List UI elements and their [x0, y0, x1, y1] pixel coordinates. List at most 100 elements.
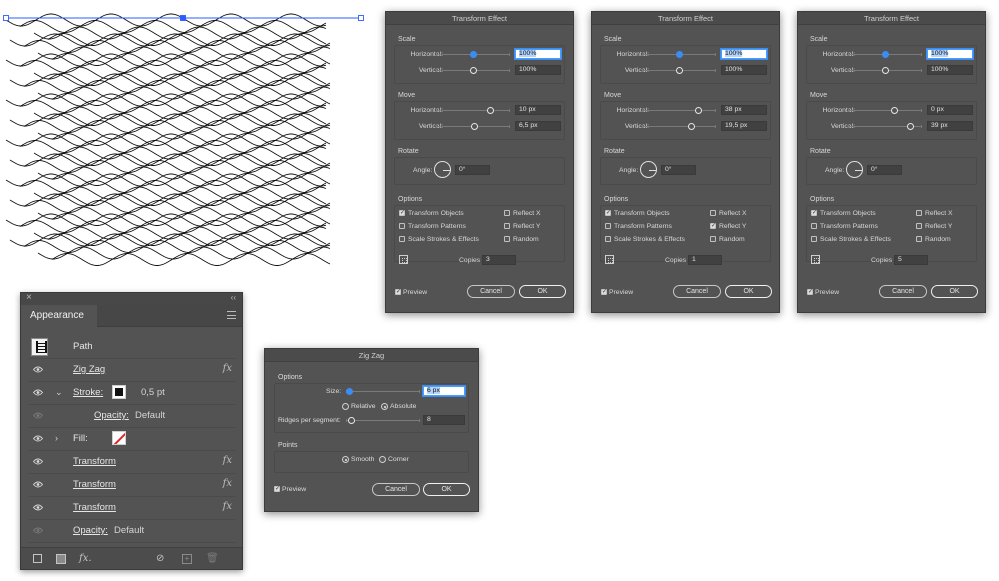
- smooth-radio[interactable]: [342, 456, 349, 463]
- eye-icon[interactable]: [33, 527, 43, 534]
- transform-patterns-checkbox[interactable]: [811, 223, 817, 229]
- ok-button[interactable]: OK: [725, 285, 772, 298]
- reflect-x-checkbox[interactable]: [504, 210, 510, 216]
- appearance-row-stroke-opacity[interactable]: Opacity: Default: [28, 405, 236, 428]
- random-checkbox[interactable]: [504, 236, 510, 242]
- scale-vertical-input[interactable]: 100%: [721, 65, 767, 75]
- scale-strokes-checkbox[interactable]: [605, 236, 611, 242]
- random-checkbox[interactable]: [916, 236, 922, 242]
- absolute-radio[interactable]: [381, 403, 388, 410]
- transform-effect-link[interactable]: Transform: [73, 479, 116, 490]
- copies-input[interactable]: 5: [894, 255, 928, 265]
- appearance-row-fill[interactable]: › Fill:: [28, 428, 236, 451]
- appearance-row-transform-1[interactable]: Transform fx: [28, 451, 236, 474]
- scale-vertical-slider-knob[interactable]: [881, 67, 889, 74]
- preview-checkbox[interactable]: [601, 288, 607, 296]
- selection-anchor-handle[interactable]: [180, 15, 186, 21]
- transform-effect-link[interactable]: Transform: [73, 456, 116, 467]
- appearance-row-stroke[interactable]: ⌄ Stroke: 0,5 pt: [28, 382, 236, 405]
- preview-checkbox[interactable]: [807, 288, 813, 296]
- appearance-row-opacity[interactable]: Opacity: Default: [28, 520, 236, 543]
- clear-appearance-icon[interactable]: ⊘: [156, 553, 164, 564]
- move-vertical-slider[interactable]: [642, 125, 716, 128]
- scale-vertical-slider-knob[interactable]: [469, 67, 477, 74]
- angle-dial-icon[interactable]: [846, 161, 863, 178]
- move-horizontal-input[interactable]: 38 px: [721, 105, 767, 115]
- panel-menu-icon[interactable]: [227, 311, 236, 319]
- corner-radio[interactable]: [379, 456, 386, 463]
- scale-horizontal-input[interactable]: 100%: [721, 49, 767, 59]
- selection-anchor-handle[interactable]: [3, 15, 9, 21]
- move-vertical-slider-knob[interactable]: [906, 123, 914, 130]
- fx-icon[interactable]: fx: [223, 455, 232, 466]
- ok-button[interactable]: OK: [519, 285, 566, 298]
- eye-icon[interactable]: [33, 389, 43, 396]
- add-new-fill-icon[interactable]: [56, 554, 66, 564]
- zigzag-effect-link[interactable]: Zig Zag: [73, 364, 105, 375]
- relative-radio[interactable]: [342, 403, 349, 410]
- ok-button[interactable]: OK: [931, 285, 978, 298]
- scale-horizontal-input[interactable]: 100%: [515, 49, 561, 59]
- angle-dial-icon[interactable]: [434, 161, 451, 178]
- size-input[interactable]: 6 px: [423, 386, 465, 396]
- close-icon[interactable]: ×: [26, 292, 32, 303]
- fill-none-swatch[interactable]: [112, 431, 126, 445]
- transform-patterns-checkbox[interactable]: [399, 223, 405, 229]
- fx-icon[interactable]: fx: [223, 363, 232, 374]
- scale-vertical-slider-knob[interactable]: [675, 67, 683, 74]
- scale-horizontal-slider-knob[interactable]: [675, 51, 683, 58]
- move-horizontal-slider[interactable]: [436, 109, 510, 112]
- collapse-icon[interactable]: ‹‹: [231, 293, 236, 302]
- size-slider-knob[interactable]: [345, 388, 353, 395]
- cancel-button[interactable]: Cancel: [673, 285, 721, 298]
- eye-icon[interactable]: [33, 481, 43, 488]
- scale-horizontal-input[interactable]: 100%: [927, 49, 973, 59]
- reflect-x-checkbox[interactable]: [710, 210, 716, 216]
- cancel-button[interactable]: Cancel: [372, 483, 420, 496]
- fx-icon[interactable]: fx: [223, 478, 232, 489]
- scale-horizontal-slider-knob[interactable]: [881, 51, 889, 58]
- opacity-link[interactable]: Opacity:: [73, 525, 108, 536]
- move-vertical-slider-knob[interactable]: [687, 123, 695, 130]
- move-horizontal-slider[interactable]: [848, 109, 922, 112]
- scale-vertical-input[interactable]: 100%: [515, 65, 561, 75]
- trash-icon[interactable]: 🗑: [206, 553, 219, 564]
- angle-input[interactable]: 0°: [867, 165, 902, 175]
- appearance-row-transform-3[interactable]: Transform fx: [28, 497, 236, 520]
- reference-point-icon[interactable]: [399, 255, 408, 264]
- stroke-opacity-link[interactable]: Opacity:: [94, 410, 129, 421]
- transform-objects-checkbox[interactable]: [399, 209, 405, 217]
- cancel-button[interactable]: Cancel: [879, 285, 927, 298]
- eye-icon[interactable]: [33, 504, 43, 511]
- eye-icon[interactable]: [33, 435, 43, 442]
- reflect-y-checkbox[interactable]: [710, 222, 716, 230]
- size-slider[interactable]: [346, 390, 420, 393]
- transform-effect-link[interactable]: Transform: [73, 502, 116, 513]
- transform-objects-checkbox[interactable]: [811, 209, 817, 217]
- angle-input[interactable]: 0°: [661, 165, 696, 175]
- ridges-input[interactable]: 8: [423, 415, 465, 425]
- eye-icon[interactable]: [33, 366, 43, 373]
- scale-vertical-input[interactable]: 100%: [927, 65, 973, 75]
- cancel-button[interactable]: Cancel: [467, 285, 515, 298]
- scale-strokes-checkbox[interactable]: [811, 236, 817, 242]
- chevron-down-icon[interactable]: ⌄: [55, 387, 63, 398]
- angle-input[interactable]: 0°: [455, 165, 490, 175]
- reflect-y-checkbox[interactable]: [916, 223, 922, 229]
- scale-horizontal-slider-knob[interactable]: [469, 51, 477, 58]
- eye-icon[interactable]: [33, 412, 43, 419]
- move-horizontal-input[interactable]: 0 px: [927, 105, 973, 115]
- tab-appearance[interactable]: Appearance: [21, 305, 97, 327]
- appearance-row-path[interactable]: Path: [28, 336, 236, 359]
- copies-input[interactable]: 3: [482, 255, 516, 265]
- ridges-slider-knob[interactable]: [347, 417, 355, 424]
- move-vertical-slider-knob[interactable]: [470, 123, 478, 130]
- transform-patterns-checkbox[interactable]: [605, 223, 611, 229]
- eye-icon[interactable]: [33, 458, 43, 465]
- fx-icon[interactable]: fx: [223, 501, 232, 512]
- move-horizontal-slider[interactable]: [642, 109, 716, 112]
- move-horizontal-slider-knob[interactable]: [890, 107, 898, 114]
- stroke-link[interactable]: Stroke:: [73, 387, 103, 398]
- reflect-y-checkbox[interactable]: [504, 223, 510, 229]
- reference-point-icon[interactable]: [811, 255, 820, 264]
